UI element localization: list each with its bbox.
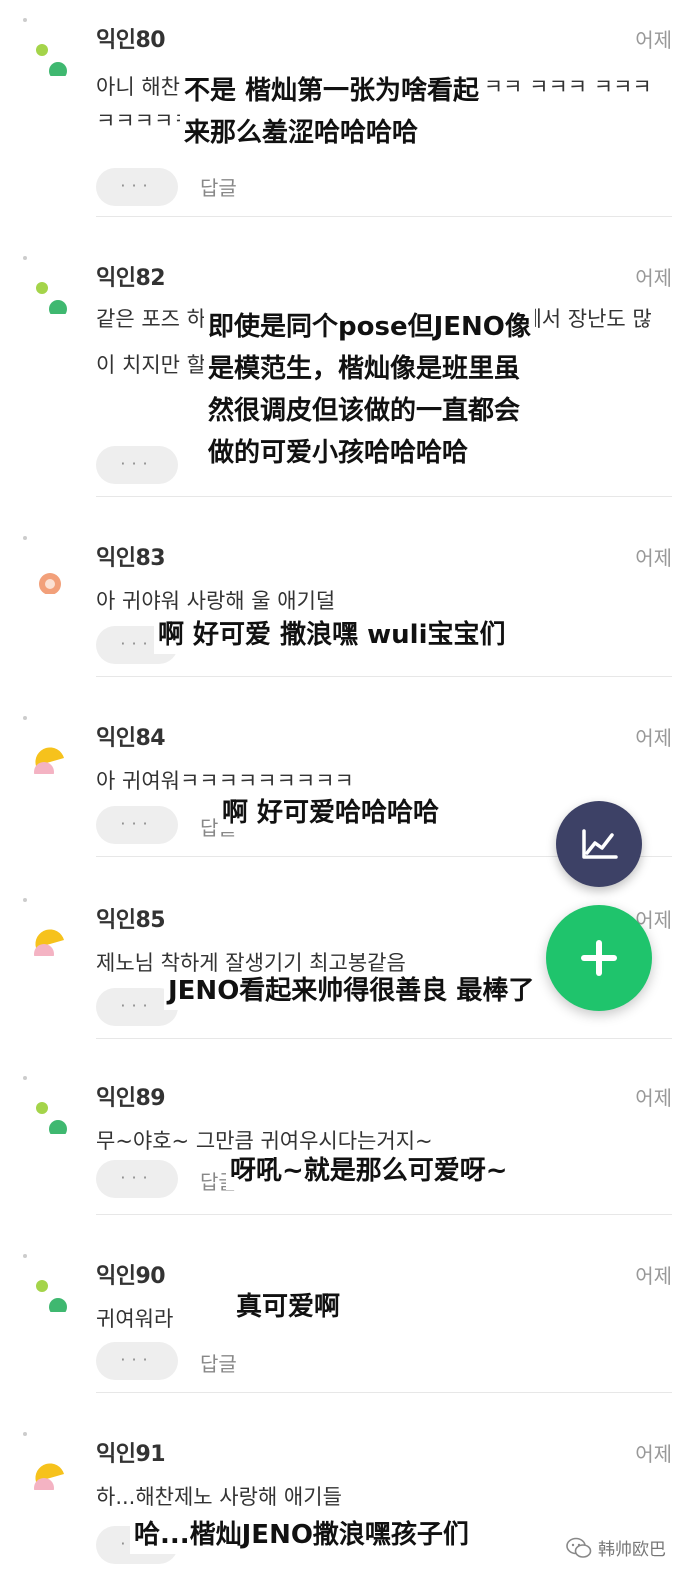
ring-avatar-icon bbox=[23, 536, 61, 595]
plus-icon bbox=[581, 940, 617, 976]
more-options-button[interactable]: ··· bbox=[96, 806, 178, 844]
comment-item: 익인80 어제 아니 해찬이 떡대 왜 이렇게 귀엽냐고 보이직ㅋㅋ ㅋㅋㅋ ㅋ… bbox=[0, 0, 690, 218]
comment-time: 어제 bbox=[635, 1264, 672, 1288]
comment-time: 어제 bbox=[635, 546, 672, 570]
avatar[interactable] bbox=[22, 254, 72, 318]
dots-avatar-icon bbox=[23, 18, 67, 80]
comment-author[interactable]: 익인84 bbox=[96, 720, 166, 752]
avatar[interactable] bbox=[22, 1074, 72, 1138]
comment-author[interactable]: 익인91 bbox=[96, 1436, 166, 1468]
comment-text: 아 귀여워ㅋㅋㅋㅋㅋㅋㅋㅋㅋ bbox=[96, 769, 354, 793]
dots-avatar-icon bbox=[23, 1076, 67, 1138]
comment-time: 어제 bbox=[635, 28, 672, 52]
avatar[interactable] bbox=[22, 896, 72, 964]
comment-time: 어제 bbox=[635, 726, 672, 750]
avatar[interactable] bbox=[22, 16, 72, 80]
translation-line: 不是 楷灿第一张为啥看起 bbox=[180, 72, 484, 110]
wechat-icon bbox=[566, 1537, 592, 1558]
translation-line: 啊 好可爱 撒浪嘿 wuli宝宝们 bbox=[154, 616, 510, 654]
divider bbox=[96, 1038, 672, 1039]
comment-time: 어제 bbox=[635, 266, 672, 290]
comment-author[interactable]: 익인82 bbox=[96, 260, 166, 292]
reply-button[interactable]: 답글 bbox=[200, 172, 237, 201]
translation-line: 哈...楷灿JENO撒浪嘿孩子们 bbox=[130, 1516, 473, 1554]
comment-author[interactable]: 익인85 bbox=[96, 902, 166, 934]
avatar[interactable] bbox=[22, 1252, 72, 1316]
comment-author[interactable]: 익인89 bbox=[96, 1080, 166, 1112]
comment-text: 아 귀야워 사랑해 울 애기덜 bbox=[96, 589, 336, 613]
watermark: 韩帅欧巴 bbox=[566, 1535, 666, 1560]
more-options-button[interactable]: ··· bbox=[96, 168, 178, 206]
divider bbox=[96, 216, 672, 217]
trend-fab-button[interactable] bbox=[556, 801, 642, 887]
comment-item: 익인90 어제 귀여워라 真可爱啊 ··· 답글 bbox=[0, 1236, 690, 1396]
comment-author[interactable]: 익인80 bbox=[96, 22, 166, 54]
translation-line: 真可爱啊 bbox=[232, 1288, 345, 1326]
comment-item: 익인83 어제 아 귀야워 사랑해 울 애기덜 ··· 啊 好可爱 撒浪嘿 wu… bbox=[0, 518, 690, 678]
yellow-pink-avatar-icon bbox=[23, 716, 64, 782]
translation-line: 呀吼~就是那么可爱呀~ bbox=[226, 1152, 512, 1190]
avatar[interactable] bbox=[22, 714, 72, 782]
more-options-button[interactable]: ··· bbox=[96, 1160, 178, 1198]
translation-line: 做的可爱小孩哈哈哈哈 bbox=[204, 434, 473, 472]
comment-author[interactable]: 익인90 bbox=[96, 1258, 166, 1290]
comment-text: 귀여워라 bbox=[96, 1307, 174, 1331]
comment-item: 익인82 어제 같은 포즈 하는데 제노는 모범생이고 해찬이는 반에서 장난도… bbox=[0, 238, 690, 498]
translation-line: 来那么羞涩哈哈哈哈 bbox=[180, 114, 423, 152]
comment-author[interactable]: 익인83 bbox=[96, 540, 166, 572]
translation-line: 啊 好可爱哈哈哈哈 bbox=[218, 794, 444, 832]
translation-line: 即使是同个pose但JENO像 bbox=[204, 308, 535, 346]
dots-avatar-icon bbox=[23, 1254, 67, 1316]
reply-button[interactable]: 답글 bbox=[200, 1348, 237, 1377]
comment-time: 어제 bbox=[635, 1442, 672, 1466]
more-options-button[interactable]: ··· bbox=[96, 1342, 178, 1380]
divider bbox=[96, 676, 672, 677]
trend-chart-icon bbox=[582, 829, 618, 859]
avatar[interactable] bbox=[22, 534, 72, 595]
yellow-pink-avatar-icon bbox=[23, 898, 64, 964]
translation-line: JENO看起来帅得很善良 最棒了 bbox=[164, 972, 539, 1010]
yellow-pink-avatar-icon bbox=[23, 1432, 64, 1498]
divider bbox=[96, 1214, 672, 1215]
more-options-button[interactable]: ··· bbox=[96, 446, 178, 484]
dots-avatar-icon bbox=[23, 256, 67, 318]
divider bbox=[96, 1392, 672, 1393]
translation-line: 然很调皮但该做的一直都会 bbox=[204, 392, 525, 430]
watermark-text: 韩帅欧巴 bbox=[598, 1540, 666, 1560]
comment-item: 익인89 어제 무~야호~ 그만큼 귀여우시다는거지~ ··· 답글 呀吼~就是… bbox=[0, 1058, 690, 1218]
comment-time: 어제 bbox=[635, 1086, 672, 1110]
divider bbox=[96, 496, 672, 497]
translation-line: 是模范生，楷灿像是班里虽 bbox=[204, 350, 525, 388]
add-fab-button[interactable] bbox=[546, 905, 652, 1011]
avatar[interactable] bbox=[22, 1430, 72, 1498]
comment-text: 하...해찬제노 사랑해 애기들 bbox=[96, 1485, 342, 1509]
